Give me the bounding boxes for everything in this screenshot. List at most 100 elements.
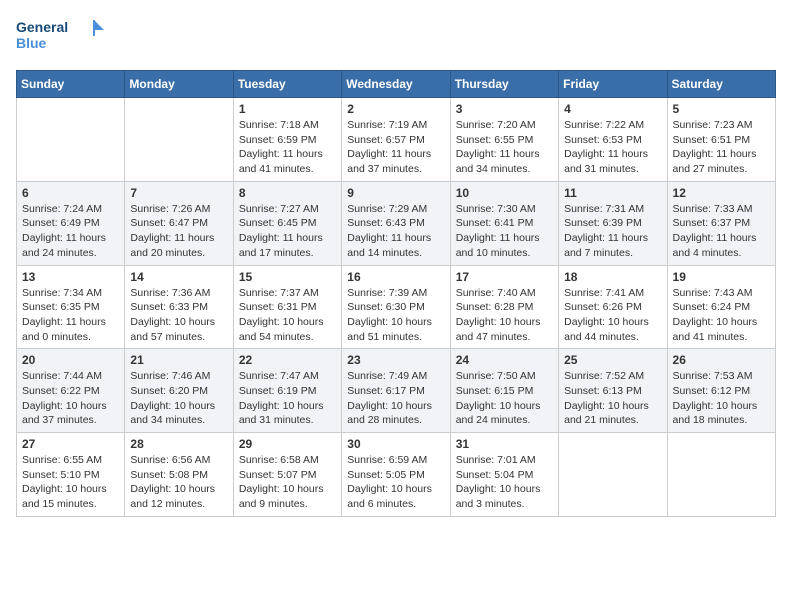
calendar-table: SundayMondayTuesdayWednesdayThursdayFrid… [16, 70, 776, 517]
calendar-cell: 18 Sunrise: 7:41 AM Sunset: 6:26 PM Dayli… [559, 265, 667, 349]
calendar-cell: 8Sunrise: 7:27 AM Sunset: 6:45 PM Daylig… [233, 181, 341, 265]
day-info: Sunrise: 7:46 AM Sunset: 6:20 PM Dayligh… [130, 369, 227, 428]
day-number: 12 [673, 186, 770, 200]
day-info: Sunrise: 7:31 AM Sunset: 6:39 PM Dayligh… [564, 202, 661, 261]
day-number: 13 [22, 270, 119, 284]
calendar-cell [17, 98, 125, 182]
calendar-cell: 31 Sunrise: 7:01 AM Sunset: 5:04 PM Dayli… [450, 433, 558, 517]
calendar-cell: 24 Sunrise: 7:50 AM Sunset: 6:15 PM Dayli… [450, 349, 558, 433]
calendar-cell: 11 Sunrise: 7:31 AM Sunset: 6:39 PM Dayli… [559, 181, 667, 265]
calendar-cell: 7 Sunrise: 7:26 AM Sunset: 6:47 PM Daylig… [125, 181, 233, 265]
page-header: General Blue [16, 16, 776, 58]
day-number: 21 [130, 353, 227, 367]
calendar-cell: 1Sunrise: 7:18 AM Sunset: 6:59 PM Daylig… [233, 98, 341, 182]
weekday-header: Tuesday [233, 71, 341, 98]
day-info: Sunrise: 7:37 AM Sunset: 6:31 PM Dayligh… [239, 286, 336, 345]
day-info: Sunrise: 7:26 AM Sunset: 6:47 PM Dayligh… [130, 202, 227, 261]
day-number: 31 [456, 437, 553, 451]
day-number: 20 [22, 353, 119, 367]
day-info: Sunrise: 7:29 AM Sunset: 6:43 PM Dayligh… [347, 202, 444, 261]
day-number: 1 [239, 102, 336, 116]
calendar-cell: 15 Sunrise: 7:37 AM Sunset: 6:31 PM Dayli… [233, 265, 341, 349]
day-info: Sunrise: 6:55 AM Sunset: 5:10 PM Dayligh… [22, 453, 119, 512]
day-info: Sunrise: 7:52 AM Sunset: 6:13 PM Dayligh… [564, 369, 661, 428]
day-info: Sunrise: 6:56 AM Sunset: 5:08 PM Dayligh… [130, 453, 227, 512]
day-number: 24 [456, 353, 553, 367]
day-number: 2 [347, 102, 444, 116]
day-info: Sunrise: 7:41 AM Sunset: 6:26 PM Dayligh… [564, 286, 661, 345]
weekday-header: Thursday [450, 71, 558, 98]
calendar-week-row: 1Sunrise: 7:18 AM Sunset: 6:59 PM Daylig… [17, 98, 776, 182]
day-info: Sunrise: 7:40 AM Sunset: 6:28 PM Dayligh… [456, 286, 553, 345]
calendar-cell: 16Sunrise: 7:39 AM Sunset: 6:30 PM Dayli… [342, 265, 450, 349]
day-number: 15 [239, 270, 336, 284]
weekday-header: Wednesday [342, 71, 450, 98]
weekday-header: Monday [125, 71, 233, 98]
logo-svg: General Blue [16, 16, 106, 58]
weekday-header: Saturday [667, 71, 775, 98]
calendar-cell: 9 Sunrise: 7:29 AM Sunset: 6:43 PM Daylig… [342, 181, 450, 265]
calendar-cell: 10 Sunrise: 7:30 AM Sunset: 6:41 PM Dayli… [450, 181, 558, 265]
day-info: Sunrise: 6:58 AM Sunset: 5:07 PM Dayligh… [239, 453, 336, 512]
calendar-cell: 17 Sunrise: 7:40 AM Sunset: 6:28 PM Dayli… [450, 265, 558, 349]
day-info: Sunrise: 7:34 AM Sunset: 6:35 PM Dayligh… [22, 286, 119, 345]
day-number: 23 [347, 353, 444, 367]
calendar-cell: 21 Sunrise: 7:46 AM Sunset: 6:20 PM Dayli… [125, 349, 233, 433]
day-number: 29 [239, 437, 336, 451]
day-info: Sunrise: 7:33 AM Sunset: 6:37 PM Dayligh… [673, 202, 770, 261]
calendar-cell: 2 Sunrise: 7:19 AM Sunset: 6:57 PM Daylig… [342, 98, 450, 182]
day-info: Sunrise: 7:22 AM Sunset: 6:53 PM Dayligh… [564, 118, 661, 177]
calendar-cell: 26 Sunrise: 7:53 AM Sunset: 6:12 PM Dayli… [667, 349, 775, 433]
day-info: Sunrise: 7:47 AM Sunset: 6:19 PM Dayligh… [239, 369, 336, 428]
calendar-week-row: 13 Sunrise: 7:34 AM Sunset: 6:35 PM Dayli… [17, 265, 776, 349]
day-number: 27 [22, 437, 119, 451]
day-info: Sunrise: 7:53 AM Sunset: 6:12 PM Dayligh… [673, 369, 770, 428]
day-info: Sunrise: 7:27 AM Sunset: 6:45 PM Dayligh… [239, 202, 336, 261]
svg-text:General: General [16, 19, 68, 35]
day-number: 26 [673, 353, 770, 367]
day-number: 19 [673, 270, 770, 284]
calendar-cell: 5Sunrise: 7:23 AM Sunset: 6:51 PM Daylig… [667, 98, 775, 182]
day-info: Sunrise: 7:01 AM Sunset: 5:04 PM Dayligh… [456, 453, 553, 512]
calendar-week-row: 6 Sunrise: 7:24 AM Sunset: 6:49 PM Daylig… [17, 181, 776, 265]
logo: General Blue [16, 16, 106, 58]
calendar-cell: 14 Sunrise: 7:36 AM Sunset: 6:33 PM Dayli… [125, 265, 233, 349]
day-number: 22 [239, 353, 336, 367]
day-number: 6 [22, 186, 119, 200]
calendar-cell: 6 Sunrise: 7:24 AM Sunset: 6:49 PM Daylig… [17, 181, 125, 265]
day-info: Sunrise: 6:59 AM Sunset: 5:05 PM Dayligh… [347, 453, 444, 512]
calendar-cell: 13 Sunrise: 7:34 AM Sunset: 6:35 PM Dayli… [17, 265, 125, 349]
calendar-cell: 3Sunrise: 7:20 AM Sunset: 6:55 PM Daylig… [450, 98, 558, 182]
calendar-cell [667, 433, 775, 517]
day-info: Sunrise: 7:19 AM Sunset: 6:57 PM Dayligh… [347, 118, 444, 177]
day-info: Sunrise: 7:24 AM Sunset: 6:49 PM Dayligh… [22, 202, 119, 261]
calendar-cell: 27 Sunrise: 6:55 AM Sunset: 5:10 PM Dayli… [17, 433, 125, 517]
calendar-cell [125, 98, 233, 182]
day-number: 9 [347, 186, 444, 200]
day-info: Sunrise: 7:43 AM Sunset: 6:24 PM Dayligh… [673, 286, 770, 345]
day-number: 14 [130, 270, 227, 284]
calendar-cell: 4Sunrise: 7:22 AM Sunset: 6:53 PM Daylig… [559, 98, 667, 182]
day-number: 17 [456, 270, 553, 284]
day-number: 18 [564, 270, 661, 284]
day-info: Sunrise: 7:50 AM Sunset: 6:15 PM Dayligh… [456, 369, 553, 428]
weekday-header: Sunday [17, 71, 125, 98]
calendar-cell: 25Sunrise: 7:52 AM Sunset: 6:13 PM Dayli… [559, 349, 667, 433]
day-info: Sunrise: 7:30 AM Sunset: 6:41 PM Dayligh… [456, 202, 553, 261]
calendar-week-row: 27 Sunrise: 6:55 AM Sunset: 5:10 PM Dayli… [17, 433, 776, 517]
calendar-cell: 19 Sunrise: 7:43 AM Sunset: 6:24 PM Dayli… [667, 265, 775, 349]
day-info: Sunrise: 7:49 AM Sunset: 6:17 PM Dayligh… [347, 369, 444, 428]
calendar-cell [559, 433, 667, 517]
calendar-cell: 28 Sunrise: 6:56 AM Sunset: 5:08 PM Dayli… [125, 433, 233, 517]
day-info: Sunrise: 7:20 AM Sunset: 6:55 PM Dayligh… [456, 118, 553, 177]
day-number: 7 [130, 186, 227, 200]
calendar-week-row: 20Sunrise: 7:44 AM Sunset: 6:22 PM Dayli… [17, 349, 776, 433]
day-number: 10 [456, 186, 553, 200]
day-number: 28 [130, 437, 227, 451]
day-number: 11 [564, 186, 661, 200]
calendar-cell: 29 Sunrise: 6:58 AM Sunset: 5:07 PM Dayli… [233, 433, 341, 517]
calendar-cell: 23 Sunrise: 7:49 AM Sunset: 6:17 PM Dayli… [342, 349, 450, 433]
day-info: Sunrise: 7:36 AM Sunset: 6:33 PM Dayligh… [130, 286, 227, 345]
calendar-cell: 30Sunrise: 6:59 AM Sunset: 5:05 PM Dayli… [342, 433, 450, 517]
calendar-header-row: SundayMondayTuesdayWednesdayThursdayFrid… [17, 71, 776, 98]
